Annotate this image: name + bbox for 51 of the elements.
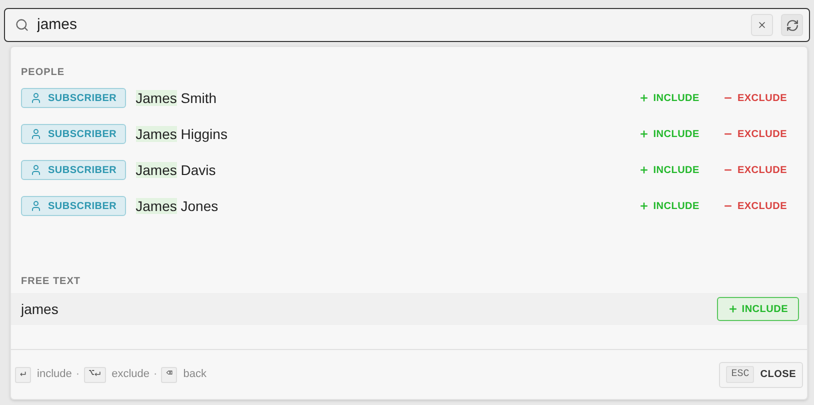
person-icon	[30, 92, 42, 104]
person-icon	[30, 128, 42, 140]
plus-icon	[639, 93, 650, 103]
person-icon	[30, 164, 42, 176]
search-input[interactable]: james	[37, 14, 743, 36]
hint-label: back	[183, 367, 206, 382]
subscriber-badge: SUBSCRIBER	[21, 124, 126, 144]
subscriber-badge: SUBSCRIBER	[21, 160, 126, 180]
person-row[interactable]: SUBSCRIBER James Smith INCLUDE EXCLUDE	[11, 80, 807, 116]
key-hint: ⌫	[161, 366, 178, 382]
exclude-button[interactable]: EXCLUDE	[723, 198, 787, 214]
subscriber-badge: SUBSCRIBER	[21, 88, 126, 108]
escape-key: ESC	[726, 366, 754, 383]
person-row[interactable]: SUBSCRIBER James Davis INCLUDE EXCLUDE	[11, 152, 807, 188]
free-text-value: james	[21, 300, 58, 319]
section-heading: PEOPLE	[21, 66, 65, 80]
exclude-button[interactable]: EXCLUDE	[723, 126, 787, 142]
exclude-button[interactable]: EXCLUDE	[723, 90, 787, 106]
subscriber-badge: SUBSCRIBER	[21, 196, 126, 216]
refresh-icon	[786, 18, 798, 32]
plus-icon	[639, 165, 650, 175]
include-button[interactable]: INCLUDE	[639, 198, 700, 214]
key-hint: ↵	[15, 366, 32, 382]
key-hint: ⌥↵	[84, 366, 106, 382]
search-field[interactable]: james	[4, 8, 810, 42]
free-text-row[interactable]: james INCLUDE	[11, 293, 807, 325]
hint-label: include	[37, 367, 72, 382]
include-button[interactable]: INCLUDE	[639, 126, 700, 142]
person-name: James Davis	[136, 160, 216, 180]
close-icon	[757, 20, 767, 30]
person-row[interactable]: SUBSCRIBER James Jones INCLUDE EXCLUDE	[11, 188, 807, 224]
clear-button[interactable]	[751, 14, 773, 36]
separator-dot: ·	[76, 367, 80, 382]
hint-label: exclude	[112, 367, 150, 382]
person-name: James Jones	[136, 196, 218, 216]
exclude-button[interactable]: EXCLUDE	[723, 162, 787, 178]
plus-icon	[639, 201, 650, 211]
plus-icon	[639, 129, 650, 139]
separator-dot: ·	[154, 367, 158, 382]
include-button[interactable]: INCLUDE	[639, 162, 700, 178]
include-button[interactable]: INCLUDE	[639, 90, 700, 106]
search-icon	[15, 18, 29, 32]
person-icon	[30, 200, 42, 212]
refresh-button[interactable]	[781, 14, 803, 36]
person-name: James Smith	[136, 88, 217, 108]
close-button[interactable]: ESC CLOSE	[719, 362, 803, 388]
plus-icon	[728, 304, 738, 314]
person-row[interactable]: SUBSCRIBER James Higgins INCLUDE EXCLUDE	[11, 116, 807, 152]
person-name: James Higgins	[136, 124, 228, 144]
include-button[interactable]: INCLUDE	[716, 297, 799, 321]
section-heading: FREE TEXT	[21, 275, 81, 289]
